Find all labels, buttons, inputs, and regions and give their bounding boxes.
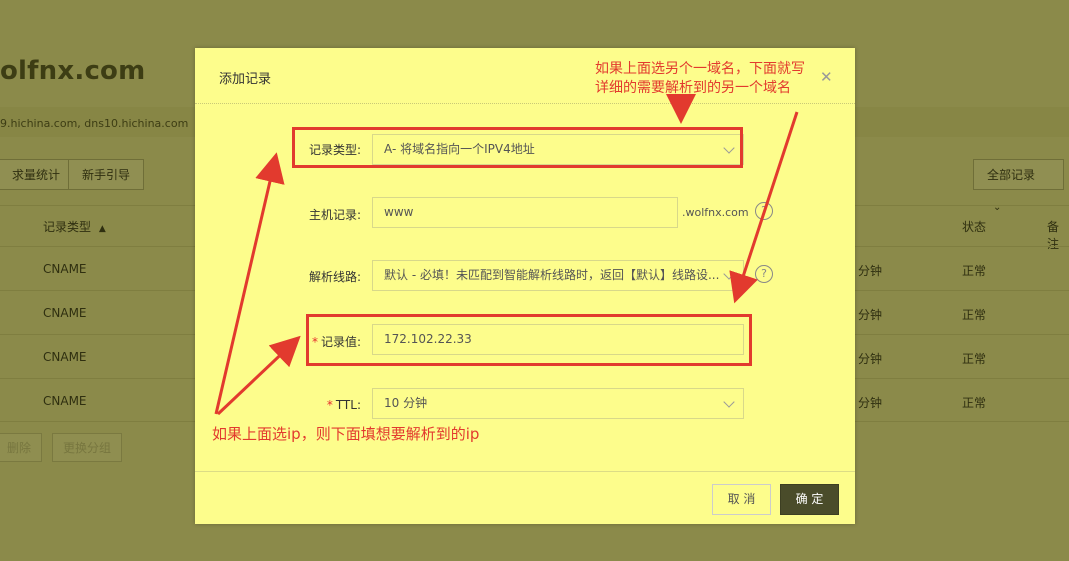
change-group-button[interactable]: 更换分组 bbox=[52, 433, 123, 462]
annotation-top-line1: 如果上面选另个一域名，下面就写 bbox=[595, 61, 805, 77]
cell-ttl: 分钟 bbox=[858, 308, 883, 322]
line-value: 默认 - 必填！未匹配到智能解析线路时，返回【默认】线路设... bbox=[384, 268, 720, 282]
line-label: 解析线路: bbox=[308, 270, 361, 284]
dialog-header-divider bbox=[195, 103, 855, 104]
th-record-type-label: 记录类型 bbox=[43, 220, 92, 234]
cell-status: 正常 bbox=[962, 264, 987, 278]
th-record-type[interactable]: 记录类型 ▲ bbox=[43, 218, 106, 235]
domain-suffix: .wolfnx.com bbox=[682, 206, 749, 219]
cell-type: CNAME bbox=[43, 306, 87, 320]
ttl-label-text: TTL: bbox=[335, 398, 361, 412]
highlight-record-value bbox=[306, 314, 752, 366]
ttl-label: * TTL: bbox=[251, 398, 361, 412]
dialog-footer-divider bbox=[195, 471, 855, 472]
add-record-dialog: 添加记录 ✕ 记录类型: A- 将域名指向一个IPV4地址 主机记录: .wol… bbox=[195, 48, 855, 524]
cell-type: CNAME bbox=[43, 394, 87, 408]
dialog-title: 添加记录 bbox=[219, 72, 272, 87]
filter-dropdown[interactable]: 全部记录 ⌄ bbox=[973, 159, 1064, 213]
chevron-down-icon bbox=[723, 268, 735, 280]
filter-dropdown-label: 全部记录 bbox=[987, 168, 1036, 182]
highlight-record-type bbox=[292, 127, 743, 168]
domain-title: olfnx.com bbox=[0, 56, 146, 86]
annotation-bottom: 如果上面选ip，则下面填想要解析到的ip bbox=[212, 425, 480, 443]
cell-type: CNAME bbox=[43, 350, 87, 364]
dns-servers: 9.hichina.com, dns10.hichina.com bbox=[0, 117, 189, 130]
ttl-select[interactable]: 10 分钟 bbox=[372, 388, 744, 419]
ok-button[interactable]: 确 定 bbox=[780, 484, 839, 515]
cell-ttl: 分钟 bbox=[858, 396, 883, 410]
cell-status: 正常 bbox=[962, 396, 987, 410]
host-record-field[interactable] bbox=[384, 205, 648, 219]
th-status: 状态 bbox=[962, 220, 987, 234]
chevron-down-icon: ⌄ bbox=[993, 202, 1002, 213]
host-record-label: 主机记录: bbox=[308, 208, 361, 222]
help-icon[interactable]: ? bbox=[755, 265, 773, 283]
stats-button[interactable]: 求量统计 bbox=[0, 159, 75, 190]
cell-type: CNAME bbox=[43, 262, 87, 276]
cell-status: 正常 bbox=[962, 308, 987, 322]
line-select[interactable]: 默认 - 必填！未匹配到智能解析线路时，返回【默认】线路设... bbox=[372, 260, 744, 291]
cell-ttl: 分钟 bbox=[858, 264, 883, 278]
host-record-input[interactable] bbox=[372, 197, 678, 228]
cancel-button[interactable]: 取 消 bbox=[712, 484, 771, 515]
help-icon[interactable]: ? bbox=[755, 202, 773, 220]
guide-button[interactable]: 新手引导 bbox=[68, 159, 145, 190]
sort-icon[interactable]: ▲ bbox=[99, 224, 106, 234]
cell-ttl: 分钟 bbox=[858, 352, 883, 366]
annotation-top-line2: 详细的需要解析到的另一个域名 bbox=[595, 80, 791, 96]
ttl-value: 10 分钟 bbox=[384, 396, 428, 410]
required-mark: * bbox=[326, 398, 333, 412]
cell-status: 正常 bbox=[962, 352, 987, 366]
delete-button[interactable]: 删除 bbox=[0, 433, 43, 462]
annotation-top: 如果上面选另个一域名，下面就写 详细的需要解析到的另一个域名 bbox=[595, 60, 805, 98]
chevron-down-icon bbox=[723, 396, 735, 408]
close-icon[interactable]: ✕ bbox=[820, 68, 833, 86]
